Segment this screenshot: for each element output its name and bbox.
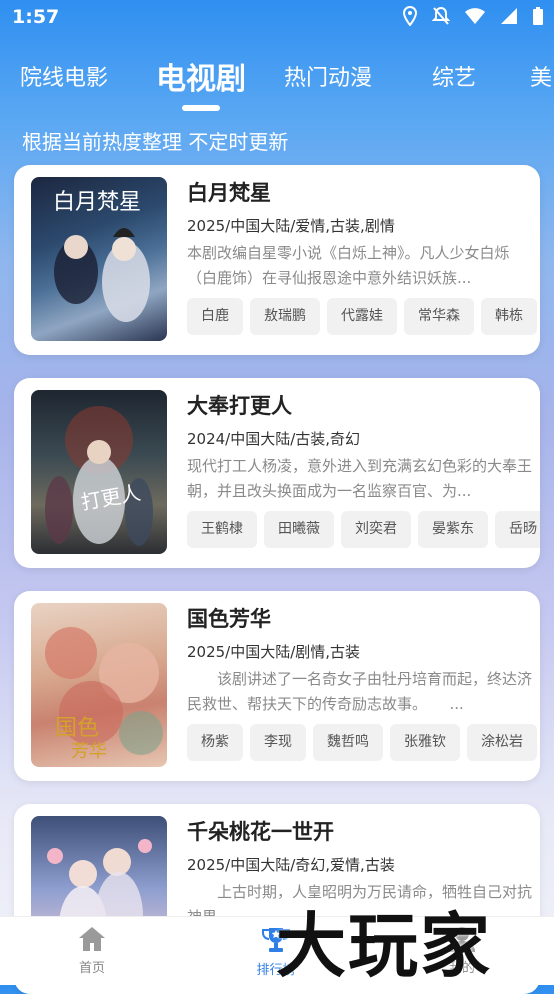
- cast-list: 杨紫 李现 魏哲鸣 张雅钦 涂松岩: [187, 724, 537, 761]
- show-description: 现代打工人杨凌，意外进入到充满玄幻色彩的大奉王朝，并且改头换面成为一名监察百官、…: [187, 457, 532, 500]
- cast-chip[interactable]: 晏紫东: [418, 511, 488, 548]
- cast-chip[interactable]: 敖瑞鹏: [250, 298, 320, 335]
- show-card[interactable]: 打更人 大奉打更人 2024/中国大陆/古装,奇幻 现代打工人杨凌，意外进入到充…: [14, 378, 540, 568]
- poster-image: 白月梵星: [31, 177, 167, 341]
- active-tab-indicator: [182, 105, 220, 111]
- cast-chip[interactable]: 岳旸: [495, 511, 540, 548]
- location-icon: [402, 6, 418, 26]
- show-card[interactable]: 国色 芳华 国色芳华 2025/中国大陆/剧情,古装 该剧讲述了一名奇女子由牡丹…: [14, 591, 540, 781]
- show-meta: 2025/中国大陆/奇幻,爱情,古装: [187, 856, 395, 874]
- show-card[interactable]: 白月梵星 白月梵星 2025/中国大陆/爱情,古装,剧情 本剧改编自星零小说《白…: [14, 165, 540, 355]
- battery-icon: [533, 7, 543, 25]
- tab-movies[interactable]: 院线电影: [20, 60, 108, 92]
- wifi-icon: [465, 8, 485, 24]
- watermark: 大玩家: [276, 904, 492, 987]
- cast-chip[interactable]: 张雅钦: [390, 724, 460, 761]
- poster-image: 打更人: [31, 390, 167, 554]
- home-icon: [79, 927, 105, 951]
- nav-home-label: 首页: [78, 961, 105, 976]
- cast-chip[interactable]: 刘奕君: [341, 511, 411, 548]
- status-bar: 1:57: [0, 0, 554, 36]
- mute-bell-icon: [432, 6, 450, 25]
- show-meta: 2025/中国大陆/剧情,古装: [187, 643, 361, 661]
- cast-chip[interactable]: 白鹿: [187, 298, 243, 335]
- cast-chip[interactable]: 韩栋: [481, 298, 537, 335]
- svg-text:芳华: 芳华: [71, 741, 107, 762]
- signal-icon: [501, 8, 517, 24]
- show-meta: 2024/中国大陆/古装,奇幻: [187, 430, 361, 448]
- cast-chip[interactable]: 李现: [250, 724, 306, 761]
- cast-chip[interactable]: 田曦薇: [264, 511, 334, 548]
- cast-chip[interactable]: 常华森: [404, 298, 474, 335]
- show-title: 白月梵星: [187, 181, 271, 205]
- cast-chip[interactable]: 魏哲鸣: [313, 724, 383, 761]
- category-tabs: 院线电影 电视剧 热门动漫 综艺 美: [0, 52, 554, 112]
- tab-us-series[interactable]: 美: [530, 60, 552, 92]
- cast-chip[interactable]: 杨紫: [187, 724, 243, 761]
- show-title: 千朵桃花一世开: [187, 820, 334, 844]
- show-description: 本剧改编自星零小说《白烁上神》。凡人少女白烁（白鹿饰）在寻仙报恩途中意外结识妖族…: [187, 244, 510, 287]
- cast-chip[interactable]: 涂松岩: [467, 724, 537, 761]
- show-title: 大奉打更人: [187, 394, 292, 418]
- show-description: 该剧讲述了一名奇女子由牡丹培育而起，终达济民救世、帮扶天下的传奇励志故事。 ..…: [187, 670, 532, 713]
- svg-text:国色: 国色: [55, 716, 99, 741]
- show-meta: 2025/中国大陆/爱情,古装,剧情: [187, 217, 395, 235]
- show-title: 国色芳华: [187, 607, 271, 631]
- cast-list: 白鹿 敖瑞鹏 代露娃 常华森 韩栋: [187, 298, 537, 335]
- cast-chip[interactable]: 王鹤棣: [187, 511, 257, 548]
- cast-chip[interactable]: 代露娃: [327, 298, 397, 335]
- status-time: 1:57: [12, 6, 60, 28]
- cast-list: 王鹤棣 田曦薇 刘奕君 晏紫东 岳旸: [187, 511, 540, 548]
- poster-image: 国色 芳华: [31, 603, 167, 767]
- status-icons: [402, 6, 544, 26]
- tab-variety[interactable]: 综艺: [432, 60, 476, 92]
- nav-home[interactable]: 首页: [42, 925, 142, 976]
- svg-text:白月梵星: 白月梵星: [53, 190, 141, 215]
- tab-tv-series[interactable]: 电视剧: [156, 54, 246, 98]
- page-subtitle: 根据当前热度整理 不定时更新: [22, 130, 289, 154]
- tab-anime[interactable]: 热门动漫: [284, 60, 372, 92]
